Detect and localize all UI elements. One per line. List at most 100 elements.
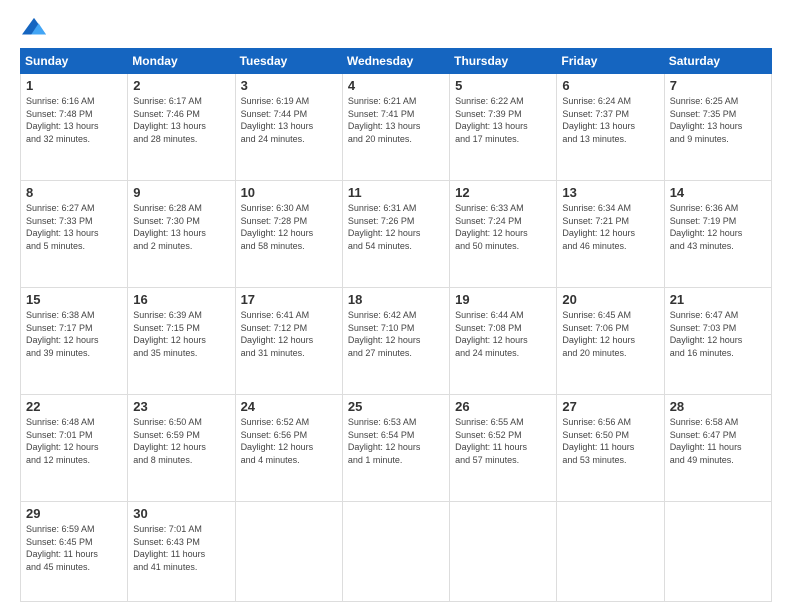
day-number: 19 bbox=[455, 292, 551, 307]
header bbox=[20, 16, 772, 40]
day-info: Sunrise: 6:34 AM Sunset: 7:21 PM Dayligh… bbox=[562, 202, 658, 252]
day-info: Sunrise: 6:41 AM Sunset: 7:12 PM Dayligh… bbox=[241, 309, 337, 359]
day-info: Sunrise: 6:28 AM Sunset: 7:30 PM Dayligh… bbox=[133, 202, 229, 252]
col-sunday: Sunday bbox=[21, 49, 128, 74]
day-number: 18 bbox=[348, 292, 444, 307]
day-number: 14 bbox=[670, 185, 766, 200]
table-row: 10 Sunrise: 6:30 AM Sunset: 7:28 PM Dayli… bbox=[235, 181, 342, 288]
day-info: Sunrise: 6:38 AM Sunset: 7:17 PM Dayligh… bbox=[26, 309, 122, 359]
day-info: Sunrise: 6:45 AM Sunset: 7:06 PM Dayligh… bbox=[562, 309, 658, 359]
table-row: 11 Sunrise: 6:31 AM Sunset: 7:26 PM Dayli… bbox=[342, 181, 449, 288]
day-number: 16 bbox=[133, 292, 229, 307]
col-friday: Friday bbox=[557, 49, 664, 74]
table-row: 3 Sunrise: 6:19 AM Sunset: 7:44 PM Daylig… bbox=[235, 74, 342, 181]
table-row: 19 Sunrise: 6:44 AM Sunset: 7:08 PM Dayli… bbox=[450, 288, 557, 395]
table-row: 17 Sunrise: 6:41 AM Sunset: 7:12 PM Dayli… bbox=[235, 288, 342, 395]
table-row: 14Sunrise: 6:36 AM Sunset: 7:19 PM Dayli… bbox=[664, 181, 771, 288]
table-row: 24 Sunrise: 6:52 AM Sunset: 6:56 PM Dayli… bbox=[235, 395, 342, 502]
day-number: 6 bbox=[562, 78, 658, 93]
table-row: 21Sunrise: 6:47 AM Sunset: 7:03 PM Dayli… bbox=[664, 288, 771, 395]
col-thursday: Thursday bbox=[450, 49, 557, 74]
day-info: Sunrise: 6:58 AM Sunset: 6:47 PM Dayligh… bbox=[670, 416, 766, 466]
day-number: 8 bbox=[26, 185, 122, 200]
day-number: 22 bbox=[26, 399, 122, 414]
table-row: 22 Sunrise: 6:48 AM Sunset: 7:01 PM Dayli… bbox=[21, 395, 128, 502]
table-row bbox=[342, 502, 449, 602]
calendar-week-row: 8 Sunrise: 6:27 AM Sunset: 7:33 PM Daylig… bbox=[21, 181, 772, 288]
table-row: 12Sunrise: 6:33 AM Sunset: 7:24 PM Dayli… bbox=[450, 181, 557, 288]
day-info: Sunrise: 6:44 AM Sunset: 7:08 PM Dayligh… bbox=[455, 309, 551, 359]
calendar-table: Sunday Monday Tuesday Wednesday Thursday… bbox=[20, 48, 772, 602]
day-number: 27 bbox=[562, 399, 658, 414]
table-row: 13 Sunrise: 6:34 AM Sunset: 7:21 PM Dayli… bbox=[557, 181, 664, 288]
day-number: 7 bbox=[670, 78, 766, 93]
table-row: 29 Sunrise: 6:59 AM Sunset: 6:45 PM Dayli… bbox=[21, 502, 128, 602]
calendar-week-row: 1Sunrise: 6:16 AM Sunset: 7:48 PM Daylig… bbox=[21, 74, 772, 181]
day-number: 1 bbox=[26, 78, 122, 93]
table-row bbox=[450, 502, 557, 602]
day-number: 2 bbox=[133, 78, 229, 93]
day-info: Sunrise: 6:30 AM Sunset: 7:28 PM Dayligh… bbox=[241, 202, 337, 252]
table-row: 1Sunrise: 6:16 AM Sunset: 7:48 PM Daylig… bbox=[21, 74, 128, 181]
day-info: Sunrise: 6:48 AM Sunset: 7:01 PM Dayligh… bbox=[26, 416, 122, 466]
day-info: Sunrise: 6:42 AM Sunset: 7:10 PM Dayligh… bbox=[348, 309, 444, 359]
table-row bbox=[557, 502, 664, 602]
day-info: Sunrise: 6:31 AM Sunset: 7:26 PM Dayligh… bbox=[348, 202, 444, 252]
day-number: 23 bbox=[133, 399, 229, 414]
day-number: 28 bbox=[670, 399, 766, 414]
logo bbox=[20, 16, 52, 40]
day-number: 11 bbox=[348, 185, 444, 200]
calendar-week-row: 29 Sunrise: 6:59 AM Sunset: 6:45 PM Dayli… bbox=[21, 502, 772, 602]
day-number: 3 bbox=[241, 78, 337, 93]
table-row: 28 Sunrise: 6:58 AM Sunset: 6:47 PM Dayli… bbox=[664, 395, 771, 502]
day-info: Sunrise: 6:25 AM Sunset: 7:35 PM Dayligh… bbox=[670, 95, 766, 145]
table-row: 6 Sunrise: 6:24 AM Sunset: 7:37 PM Daylig… bbox=[557, 74, 664, 181]
day-number: 9 bbox=[133, 185, 229, 200]
day-number: 29 bbox=[26, 506, 122, 521]
calendar-body: 1Sunrise: 6:16 AM Sunset: 7:48 PM Daylig… bbox=[21, 74, 772, 602]
table-row: 7 Sunrise: 6:25 AM Sunset: 7:35 PM Daylig… bbox=[664, 74, 771, 181]
day-info: Sunrise: 6:21 AM Sunset: 7:41 PM Dayligh… bbox=[348, 95, 444, 145]
table-row: 20Sunrise: 6:45 AM Sunset: 7:06 PM Dayli… bbox=[557, 288, 664, 395]
day-number: 24 bbox=[241, 399, 337, 414]
logo-icon bbox=[20, 16, 48, 40]
day-info: Sunrise: 6:55 AM Sunset: 6:52 PM Dayligh… bbox=[455, 416, 551, 466]
day-info: Sunrise: 6:53 AM Sunset: 6:54 PM Dayligh… bbox=[348, 416, 444, 466]
table-row: 9 Sunrise: 6:28 AM Sunset: 7:30 PM Daylig… bbox=[128, 181, 235, 288]
table-row: 5Sunrise: 6:22 AM Sunset: 7:39 PM Daylig… bbox=[450, 74, 557, 181]
day-number: 26 bbox=[455, 399, 551, 414]
calendar-week-row: 15Sunrise: 6:38 AM Sunset: 7:17 PM Dayli… bbox=[21, 288, 772, 395]
day-number: 30 bbox=[133, 506, 229, 521]
table-row: 15Sunrise: 6:38 AM Sunset: 7:17 PM Dayli… bbox=[21, 288, 128, 395]
table-row: 23 Sunrise: 6:50 AM Sunset: 6:59 PM Dayli… bbox=[128, 395, 235, 502]
day-number: 10 bbox=[241, 185, 337, 200]
page: Sunday Monday Tuesday Wednesday Thursday… bbox=[0, 0, 792, 612]
calendar-week-row: 22 Sunrise: 6:48 AM Sunset: 7:01 PM Dayli… bbox=[21, 395, 772, 502]
day-info: Sunrise: 7:01 AM Sunset: 6:43 PM Dayligh… bbox=[133, 523, 229, 573]
table-row: 2 Sunrise: 6:17 AM Sunset: 7:46 PM Daylig… bbox=[128, 74, 235, 181]
day-info: Sunrise: 6:52 AM Sunset: 6:56 PM Dayligh… bbox=[241, 416, 337, 466]
col-tuesday: Tuesday bbox=[235, 49, 342, 74]
table-row: 27 Sunrise: 6:56 AM Sunset: 6:50 PM Dayli… bbox=[557, 395, 664, 502]
day-info: Sunrise: 6:19 AM Sunset: 7:44 PM Dayligh… bbox=[241, 95, 337, 145]
col-wednesday: Wednesday bbox=[342, 49, 449, 74]
day-info: Sunrise: 6:59 AM Sunset: 6:45 PM Dayligh… bbox=[26, 523, 122, 573]
col-monday: Monday bbox=[128, 49, 235, 74]
table-row: 4 Sunrise: 6:21 AM Sunset: 7:41 PM Daylig… bbox=[342, 74, 449, 181]
day-number: 13 bbox=[562, 185, 658, 200]
day-info: Sunrise: 6:47 AM Sunset: 7:03 PM Dayligh… bbox=[670, 309, 766, 359]
day-number: 5 bbox=[455, 78, 551, 93]
day-info: Sunrise: 6:27 AM Sunset: 7:33 PM Dayligh… bbox=[26, 202, 122, 252]
day-info: Sunrise: 6:50 AM Sunset: 6:59 PM Dayligh… bbox=[133, 416, 229, 466]
day-number: 4 bbox=[348, 78, 444, 93]
table-row: 16Sunrise: 6:39 AM Sunset: 7:15 PM Dayli… bbox=[128, 288, 235, 395]
day-info: Sunrise: 6:56 AM Sunset: 6:50 PM Dayligh… bbox=[562, 416, 658, 466]
table-row bbox=[235, 502, 342, 602]
day-info: Sunrise: 6:24 AM Sunset: 7:37 PM Dayligh… bbox=[562, 95, 658, 145]
day-info: Sunrise: 6:17 AM Sunset: 7:46 PM Dayligh… bbox=[133, 95, 229, 145]
table-row bbox=[664, 502, 771, 602]
day-number: 17 bbox=[241, 292, 337, 307]
table-row: 30 Sunrise: 7:01 AM Sunset: 6:43 PM Dayli… bbox=[128, 502, 235, 602]
table-row: 18 Sunrise: 6:42 AM Sunset: 7:10 PM Dayli… bbox=[342, 288, 449, 395]
table-row: 25Sunrise: 6:53 AM Sunset: 6:54 PM Dayli… bbox=[342, 395, 449, 502]
